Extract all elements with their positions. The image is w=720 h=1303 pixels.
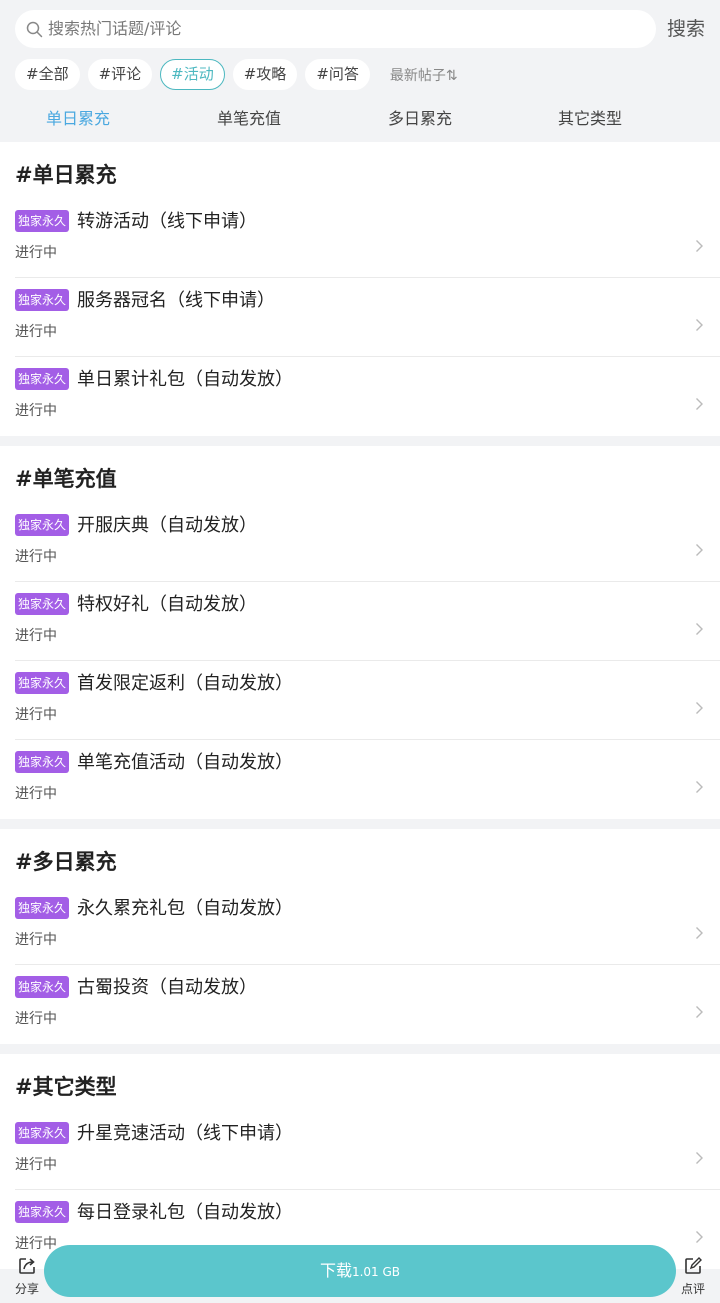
subtab-single-payment[interactable]: 单笔充值 xyxy=(217,105,281,129)
subtab-multi-day[interactable]: 多日累充 xyxy=(388,105,452,129)
exclusive-badge: 独家永久 xyxy=(15,593,70,615)
list-item[interactable]: 独家永久 升星竞速活动（线下申请） 进行中 xyxy=(15,1111,720,1190)
section-title: #单笔充值 xyxy=(15,467,117,491)
section: #其它类型 独家永久 升星竞速活动（线下申请） 进行中 独家永久 每日登录礼包（自动发放）… xyxy=(0,1054,720,1269)
list-item[interactable]: 独家永久 首发限定返利（自动发放） 进行中 xyxy=(15,661,720,740)
item-status: 进行中 xyxy=(15,786,57,802)
review-button[interactable]: 点评 xyxy=(678,1256,708,1297)
section: #单笔充值 独家永久 开服庆典（自动发放） 进行中 独家永久 特权好礼（自动发放） 进行中独… xyxy=(0,446,720,819)
download-label: 下载 xyxy=(319,1261,352,1280)
item-status: 进行中 xyxy=(15,1011,57,1027)
share-icon xyxy=(19,1258,35,1274)
download-size: 1.01 GB xyxy=(351,1265,401,1279)
chevron-right-icon xyxy=(696,240,703,252)
top-header: 搜索热门话题/评论 搜索 #全部 #评论 #活动 #攻略 #问答 最新帖子⇅ 单… xyxy=(0,0,720,142)
chevron-right-icon xyxy=(696,623,703,635)
tag-all[interactable]: #全部 xyxy=(15,59,80,90)
search-input[interactable]: 搜索热门话题/评论 xyxy=(48,10,181,48)
bottom-bar: 分享 下载1.01 GB 点评 xyxy=(0,1242,720,1303)
search-row: 搜索热门话题/评论 搜索 xyxy=(15,10,720,48)
chevron-right-icon xyxy=(696,398,703,410)
search-icon xyxy=(26,21,43,38)
exclusive-badge: 独家永久 xyxy=(15,368,70,390)
item-title: 特权好礼（自动发放） xyxy=(77,594,257,615)
item-title: 单日累计礼包（自动发放） xyxy=(77,369,293,390)
item-title: 开服庆典（自动发放） xyxy=(77,515,257,536)
item-title: 服务器冠名（线下申请） xyxy=(77,290,275,311)
item-title: 永久累充礼包（自动发放） xyxy=(77,898,293,919)
subtab-bar: 单日累充 单笔充值 多日累充 其它类型 xyxy=(0,105,720,135)
search-box[interactable]: 搜索热门话题/评论 xyxy=(15,10,656,48)
exclusive-badge: 独家永久 xyxy=(15,210,70,232)
tag-filter-bar: #全部 #评论 #活动 #攻略 #问答 最新帖子⇅ xyxy=(15,59,458,90)
sort-latest-posts[interactable]: 最新帖子⇅ xyxy=(390,65,458,85)
list-item[interactable]: 独家永久 特权好礼（自动发放） 进行中 xyxy=(15,582,720,661)
share-button[interactable]: 分享 xyxy=(10,1256,44,1297)
list-item[interactable]: 独家永久 单日累计礼包（自动发放） 进行中 xyxy=(15,357,720,436)
tag-qa[interactable]: #问答 xyxy=(305,59,370,90)
item-status: 进行中 xyxy=(15,628,57,644)
item-status: 进行中 xyxy=(15,549,57,565)
subtab-other[interactable]: 其它类型 xyxy=(558,105,622,129)
item-status: 进行中 xyxy=(15,403,57,419)
list-item[interactable]: 独家永久 开服庆典（自动发放） 进行中 xyxy=(15,503,720,582)
download-button[interactable]: 下载1.01 GB xyxy=(44,1245,676,1297)
exclusive-badge: 独家永久 xyxy=(15,672,70,694)
exclusive-badge: 独家永久 xyxy=(15,897,70,919)
item-title: 单笔充值活动（自动发放） xyxy=(77,752,293,773)
tag-activity[interactable]: #活动 xyxy=(160,59,225,90)
exclusive-badge: 独家永久 xyxy=(15,289,70,311)
chevron-right-icon xyxy=(696,544,703,556)
section: #多日累充 独家永久 永久累充礼包（自动发放） 进行中 独家永久 古蜀投资（自动发放） 进行… xyxy=(0,829,720,1044)
chevron-right-icon xyxy=(696,927,703,939)
exclusive-badge: 独家永久 xyxy=(15,1122,70,1144)
list-item[interactable]: 独家永久 古蜀投资（自动发放） 进行中 xyxy=(15,965,720,1044)
subtab-single-day[interactable]: 单日累充 xyxy=(46,105,110,129)
exclusive-badge: 独家永久 xyxy=(15,514,70,536)
item-title: 每日登录礼包（自动发放） xyxy=(77,1202,293,1223)
list-item[interactable]: 独家永久 单笔充值活动（自动发放） 进行中 xyxy=(15,740,720,819)
item-title: 转游活动（线下申请） xyxy=(77,211,257,232)
list-item[interactable]: 独家永久 永久累充礼包（自动发放） 进行中 xyxy=(15,886,720,965)
search-button[interactable]: 搜索 xyxy=(667,10,705,48)
section: #单日累充 独家永久 转游活动（线下申请） 进行中 独家永久 服务器冠名（线下申请） 进行中… xyxy=(0,142,720,436)
chevron-right-icon xyxy=(696,319,703,331)
chevron-right-icon xyxy=(696,702,703,714)
section-title: #其它类型 xyxy=(15,1075,117,1099)
edit-icon xyxy=(685,1257,702,1274)
section-title: #多日累充 xyxy=(15,850,117,874)
chevron-right-icon xyxy=(696,1152,703,1164)
item-status: 进行中 xyxy=(15,707,57,723)
chevron-right-icon xyxy=(696,1006,703,1018)
exclusive-badge: 独家永久 xyxy=(15,976,70,998)
list-item[interactable]: 独家永久 转游活动（线下申请） 进行中 xyxy=(15,199,720,278)
item-status: 进行中 xyxy=(15,245,57,261)
item-title: 古蜀投资（自动发放） xyxy=(77,977,257,998)
share-label: 分享 xyxy=(14,1282,39,1296)
item-status: 进行中 xyxy=(15,1157,57,1173)
tag-comments[interactable]: #评论 xyxy=(87,59,153,90)
list-item[interactable]: 独家永久 服务器冠名（线下申请） 进行中 xyxy=(15,278,720,357)
item-status: 进行中 xyxy=(15,932,57,948)
exclusive-badge: 独家永久 xyxy=(15,751,70,773)
tag-guides[interactable]: #攻略 xyxy=(232,59,298,90)
item-title: 升星竞速活动（线下申请） xyxy=(77,1123,293,1144)
section-title: #单日累充 xyxy=(15,163,117,187)
item-title: 首发限定返利（自动发放） xyxy=(77,673,293,694)
review-label: 点评 xyxy=(680,1282,705,1296)
activity-list: #单日累充 独家永久 转游活动（线下申请） 进行中 独家永久 服务器冠名（线下申请） 进行中… xyxy=(0,142,720,1269)
chevron-right-icon xyxy=(696,781,703,793)
exclusive-badge: 独家永久 xyxy=(15,1201,70,1223)
item-status: 进行中 xyxy=(15,324,57,340)
